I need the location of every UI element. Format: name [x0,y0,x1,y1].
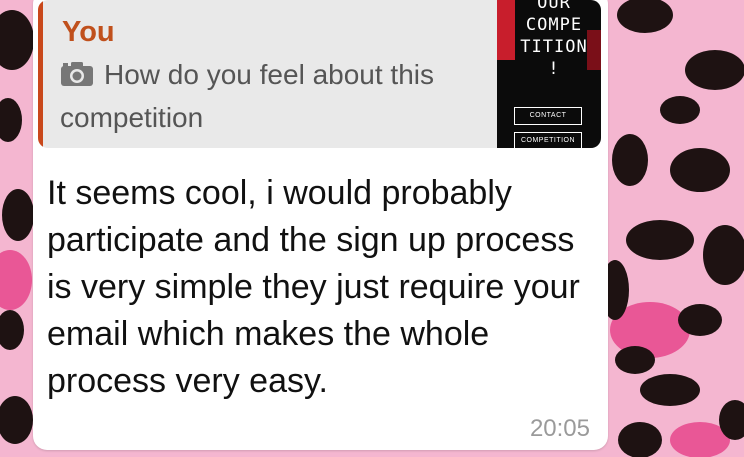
message-text: It seems cool, i would probably particip… [47,174,580,400]
message-bubble[interactable]: You How do you feel about this competiti… [33,0,608,450]
thumbnail-title-line: TITION [520,37,588,57]
thumbnail-title-line: OUR [537,0,571,13]
quote-text-container: How do you feel about this competition [60,55,490,138]
thumbnail-title-line: COMPE [525,15,583,35]
thumbnail-competition-button: COMPETITION [514,132,582,148]
photo-thumbnail[interactable]: OUR COMPE TITION ! CONTACT COMPETITION [497,0,601,148]
thumbnail-title-line: ! [548,59,560,79]
thumbnail-contact-button: CONTACT [514,107,582,125]
camera-icon [60,58,94,98]
thumbnail-title: OUR COMPE TITION ! [507,0,601,80]
message-timestamp: 20:05 [529,415,590,442]
quote-text: How do you feel about this competition [60,59,434,133]
quote-accent-bar [38,0,43,148]
quote-author: You [62,16,115,48]
quoted-reply[interactable]: You How do you feel about this competiti… [38,0,601,148]
